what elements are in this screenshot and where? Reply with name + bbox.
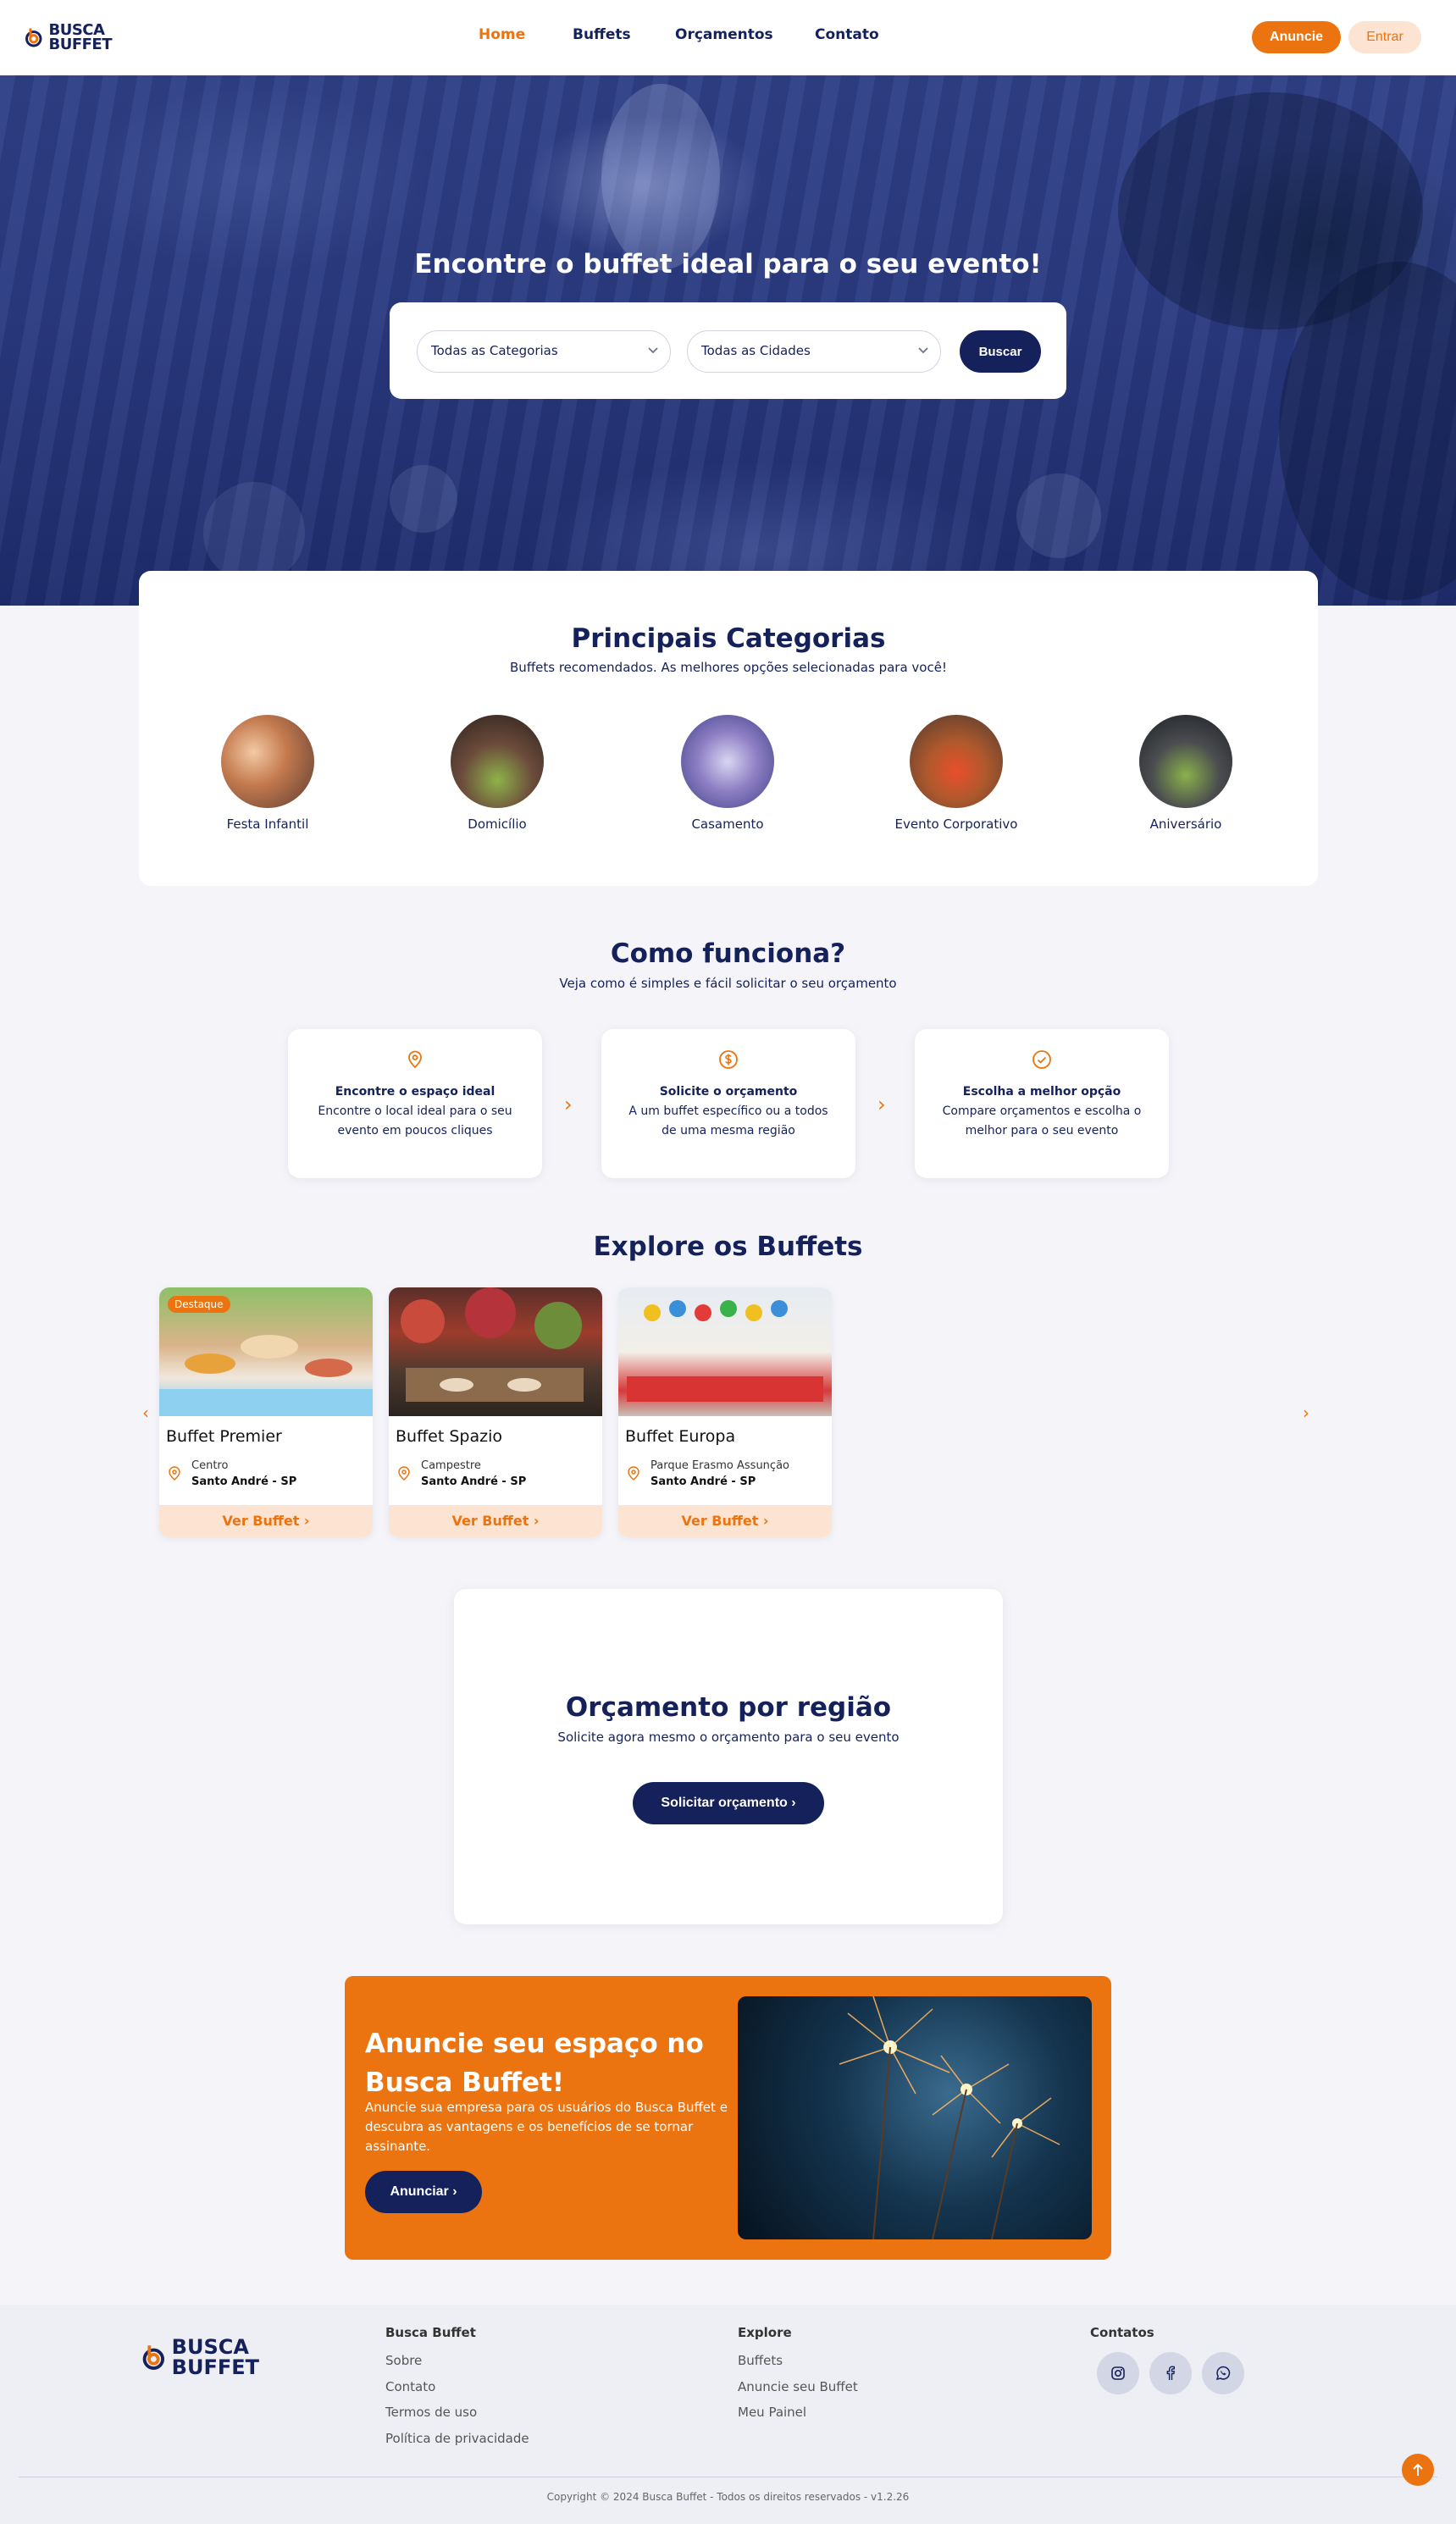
ad-text: Anuncie sua empresa para os usuários do … <box>365 2100 728 2154</box>
category-festa-infantil[interactable]: Festa Infantil <box>196 715 340 832</box>
step-arrow-icon: › <box>877 1093 886 1116</box>
top-header: BUSCA BUFFET Home Buffets Orçamentos Con… <box>0 0 1456 75</box>
copyright-text: Copyright © 2024 Busca Buffet - Todos os… <box>546 2491 910 2503</box>
category-aniversario[interactable]: Aniversário <box>1114 715 1258 832</box>
back-to-top-button[interactable] <box>1402 2454 1434 2486</box>
nav-orcamentos[interactable]: Orçamentos <box>675 26 773 43</box>
entrar-button[interactable]: Entrar <box>1348 21 1421 53</box>
category-image <box>451 715 544 808</box>
sparklers-photo <box>839 1996 1060 2239</box>
footer-col-title: Explore <box>738 2325 792 2340</box>
categories-section: Principais Categorias Buffets recomendad… <box>139 571 1318 886</box>
ver-buffet-button[interactable]: Ver Buffet › <box>159 1505 373 1537</box>
map-pin-icon <box>408 1050 422 1069</box>
buffet-photo <box>401 1287 584 1402</box>
carousel-prev-icon[interactable]: ‹ <box>142 1403 149 1423</box>
step-arrow-icon: › <box>564 1093 573 1116</box>
dollar-icon <box>719 1050 738 1069</box>
footer-link-anuncie[interactable]: Anuncie seu Buffet <box>738 2379 858 2394</box>
check-circle-icon <box>1032 1050 1051 1069</box>
hero-title: Encontre o buffet ideal para o seu event… <box>414 249 1042 280</box>
chevron-right-icon: › <box>303 1513 310 1529</box>
anunciar-button[interactable]: Anunciar › <box>365 2171 482 2213</box>
highlight-badge: Destaque <box>168 1296 230 1313</box>
footer-link-buffets[interactable]: Buffets <box>738 2353 783 2368</box>
buffets-title: Explore os Buffets <box>593 1232 863 1262</box>
footer-link-privacidade[interactable]: Política de privacidade <box>385 2431 529 2446</box>
buffet-card[interactable]: Destaque Buffet Premier Centro Santo And… <box>159 1287 373 1537</box>
chevron-down-icon <box>918 347 928 354</box>
category-image <box>1139 715 1232 808</box>
footer-link-contato[interactable]: Contato <box>385 2379 435 2394</box>
carousel-next-icon[interactable]: › <box>1303 1403 1309 1423</box>
nav-contato[interactable]: Contato <box>815 26 879 43</box>
whatsapp-icon[interactable] <box>1202 2352 1244 2394</box>
buffet-photo <box>627 1300 823 1402</box>
step-card-2: Solicite o orçamento A um buffet específ… <box>601 1029 855 1178</box>
category-domicilio[interactable]: Domicílio <box>425 715 569 832</box>
category-image <box>681 715 774 808</box>
nav-buffets[interactable]: Buffets <box>573 26 631 43</box>
anuncie-button[interactable]: Anuncie <box>1252 21 1341 53</box>
chevron-down-icon <box>648 347 658 354</box>
category-image <box>910 715 1003 808</box>
location-pin-icon <box>628 1466 639 1481</box>
buffet-image <box>389 1287 602 1416</box>
facebook-icon[interactable] <box>1149 2352 1192 2394</box>
ad-title: Anuncie seu espaço no Busca Buffet! <box>365 2029 704 2098</box>
footer-logo[interactable]: BUSCA BUFFET <box>141 2330 259 2384</box>
hero-banner: Encontre o buffet ideal para o seu event… <box>0 75 1456 606</box>
ver-buffet-button[interactable]: Ver Buffet › <box>389 1505 602 1537</box>
ver-buffet-button[interactable]: Ver Buffet › <box>618 1505 832 1537</box>
footer-col-title: Contatos <box>1090 2325 1154 2340</box>
categories-title: Principais Categorias <box>571 623 886 654</box>
chevron-right-icon: › <box>762 1513 769 1529</box>
chevron-right-icon: › <box>452 2184 457 2199</box>
city-select[interactable]: Todas as Cidades <box>687 330 941 373</box>
how-title: Como funciona? <box>610 938 846 969</box>
arrow-up-icon <box>1413 2463 1423 2476</box>
buffet-card[interactable]: Buffet Europa Parque Erasmo Assunção San… <box>618 1287 832 1537</box>
footer-logo-text: BUSCA BUFFET <box>171 2335 259 2379</box>
search-button[interactable]: Buscar <box>960 330 1041 373</box>
footer-link-painel[interactable]: Meu Painel <box>738 2405 806 2420</box>
location-pin-icon <box>169 1466 180 1481</box>
footer-link-termos[interactable]: Termos de uso <box>385 2405 477 2420</box>
orcamento-subtitle: Solicite agora mesmo o orçamento para o … <box>557 1730 900 1745</box>
sparklers-image <box>738 1996 1092 2239</box>
category-select[interactable]: Todas as Categorias <box>417 330 671 373</box>
instagram-icon[interactable] <box>1097 2352 1139 2394</box>
category-image <box>221 715 314 808</box>
buffet-image <box>618 1287 832 1416</box>
orcamento-section: Orçamento por região Solicite agora mesm… <box>454 1589 1003 1924</box>
step-card-3: Escolha a melhor opção Compare orçamento… <box>915 1029 1169 1178</box>
buffet-card[interactable]: Buffet Spazio Campestre Santo André - SP… <box>389 1287 602 1537</box>
chevron-right-icon: › <box>533 1513 540 1529</box>
footer-col-title: Busca Buffet <box>385 2325 476 2340</box>
main-nav: Home Buffets Orçamentos Contato <box>0 26 1456 47</box>
solicitar-orcamento-button[interactable]: Solicitar orçamento › <box>633 1782 824 1824</box>
logo-mark-icon <box>142 2345 164 2370</box>
chevron-right-icon: › <box>791 1796 796 1810</box>
anuncie-banner: Anuncie seu espaço no Busca Buffet! Anun… <box>345 1976 1111 2260</box>
step-card-1: Encontre o espaço ideal Encontre o local… <box>288 1029 542 1178</box>
categories-subtitle: Buffets recomendados. As melhores opções… <box>510 660 947 675</box>
footer-link-sobre[interactable]: Sobre <box>385 2353 422 2368</box>
search-card: Todas as Categorias Todas as Cidades Bus… <box>390 302 1066 399</box>
nav-home[interactable]: Home <box>479 26 525 43</box>
site-footer: BUSCA BUFFET Busca Buffet Sobre Contato … <box>0 2305 1456 2524</box>
buffet-image: Destaque <box>159 1287 373 1416</box>
category-evento-corporativo[interactable]: Evento Corporativo <box>884 715 1028 832</box>
how-subtitle: Veja como é simples e fácil solicitar o … <box>559 976 897 991</box>
category-casamento[interactable]: Casamento <box>656 715 800 832</box>
orcamento-title: Orçamento por região <box>565 1692 892 1723</box>
location-pin-icon <box>398 1466 410 1481</box>
